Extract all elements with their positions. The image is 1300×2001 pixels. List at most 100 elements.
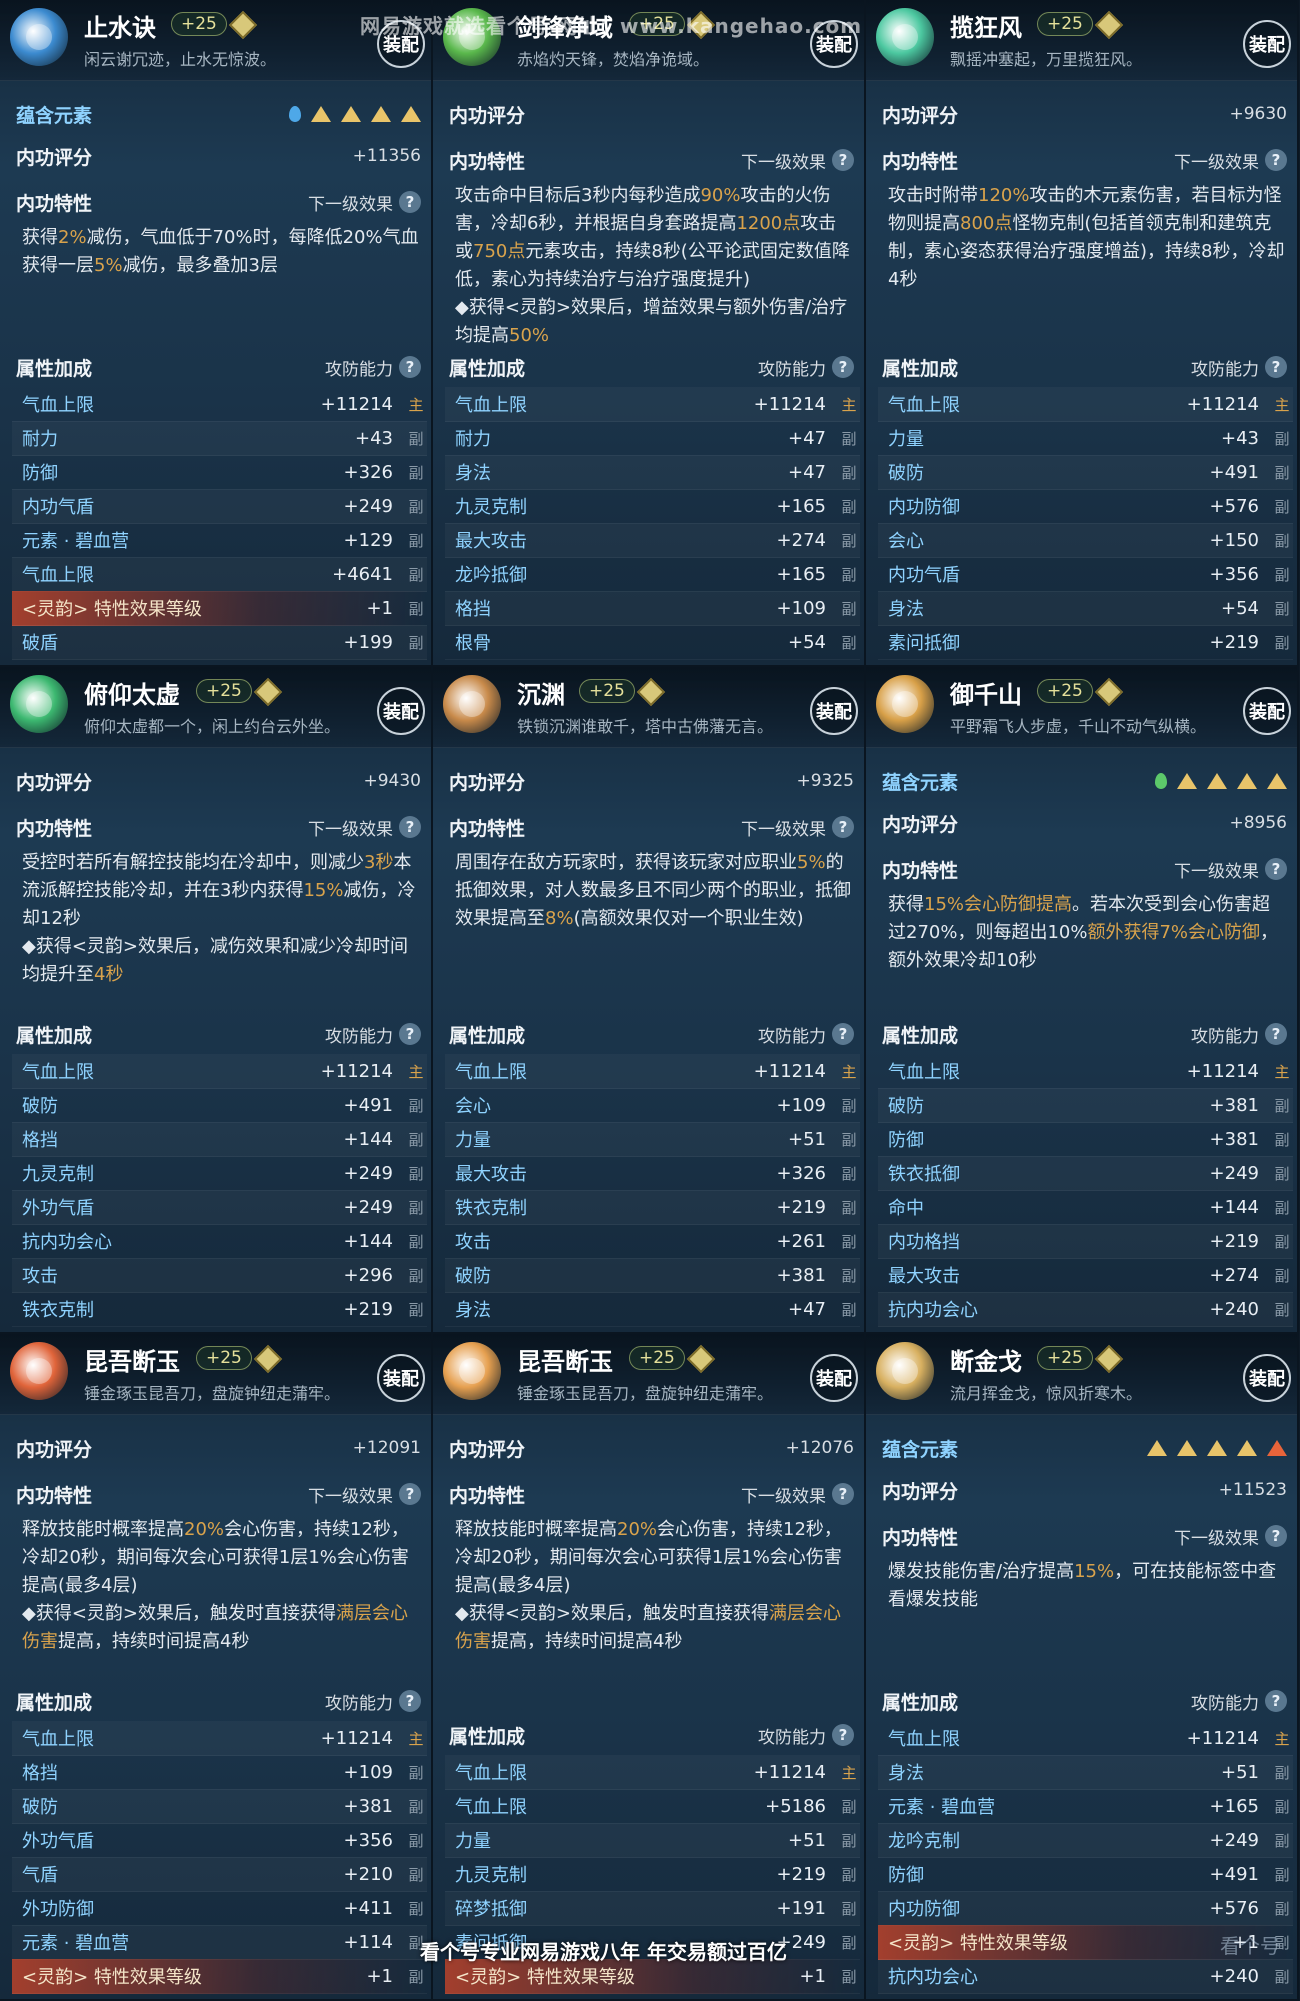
next-level-link[interactable]: 下一级效果?	[741, 815, 854, 840]
trait-row: 内功特性 下一级效果?	[16, 1476, 421, 1512]
level-badge: +25	[196, 679, 252, 703]
trait-row: 内功特性 下一级效果?	[16, 809, 421, 845]
attack-defense-link[interactable]: 攻防能力?	[1191, 1022, 1287, 1047]
sub-attribute-mark: 副	[841, 1831, 857, 1850]
attack-defense-link[interactable]: 攻防能力?	[758, 355, 854, 380]
attribute-row: 根骨 +54 副	[445, 625, 860, 660]
attribute-name: 气血上限	[455, 1062, 527, 1083]
attribute-name: 素问抵御	[888, 633, 960, 654]
attribute-value: +576	[1209, 1897, 1259, 1919]
help-icon[interactable]: ?	[399, 1023, 421, 1045]
help-icon[interactable]: ?	[399, 356, 421, 378]
attack-defense-label: 攻防能力	[1191, 1026, 1259, 1047]
diamond-icon	[636, 677, 666, 707]
sub-attribute-mark: 副	[841, 1933, 857, 1952]
equip-button[interactable]: 装配	[1243, 20, 1291, 68]
desc-highlight: 8%	[545, 908, 574, 929]
attribute-name: 铁衣克制	[22, 1300, 94, 1321]
attribute-header: 属性加成 攻防能力?	[449, 1016, 854, 1052]
site-logo: 看个号	[1220, 1934, 1280, 1958]
attribute-row: 最大攻击 +274 副	[878, 1258, 1293, 1293]
attribute-row: 会心 +109 副	[445, 1088, 860, 1123]
diamond-icon	[1094, 10, 1124, 40]
sub-attribute-mark: 副	[841, 1266, 857, 1285]
earth-element-icon	[1237, 773, 1257, 789]
attack-defense-label: 攻防能力	[1191, 359, 1259, 380]
help-icon[interactable]: ?	[1265, 1690, 1287, 1712]
next-level-link[interactable]: 下一级效果?	[741, 1482, 854, 1507]
next-level-link[interactable]: 下一级效果?	[308, 815, 421, 840]
help-icon[interactable]: ?	[832, 1023, 854, 1045]
skill-motto: 铁锁沉渊谁敢千，塔中古佛藩无言。	[517, 717, 774, 736]
help-icon[interactable]: ?	[832, 1483, 854, 1505]
skill-emblem-icon	[876, 675, 934, 733]
level-badge: +25	[196, 1346, 252, 1370]
help-icon[interactable]: ?	[832, 356, 854, 378]
attribute-name: 破防	[22, 1096, 58, 1117]
skill-emblem-icon	[10, 1342, 68, 1400]
equip-button[interactable]: 装配	[1243, 687, 1291, 735]
skill-motto: 锤金琢玉昆吾刀，盘旋钟纽走蒲牢。	[84, 1384, 341, 1403]
attack-defense-link[interactable]: 攻防能力?	[1191, 1689, 1287, 1714]
help-icon[interactable]: ?	[1265, 149, 1287, 171]
attribute-row: 防御 +381 副	[878, 1122, 1293, 1157]
help-icon[interactable]: ?	[1265, 356, 1287, 378]
desc-highlight: 15%会心防御提高	[924, 894, 1073, 915]
attack-defense-link[interactable]: 攻防能力?	[325, 355, 421, 380]
equip-button[interactable]: 装配	[1243, 1354, 1291, 1402]
next-level-link[interactable]: 下一级效果?	[741, 148, 854, 173]
sub-attribute-mark: 副	[841, 1899, 857, 1918]
next-level-link[interactable]: 下一级效果?	[1174, 148, 1287, 173]
sub-attribute-mark: 副	[1274, 1831, 1290, 1850]
equip-button[interactable]: 装配	[377, 1354, 425, 1402]
attribute-name: 身法	[888, 599, 924, 620]
attribute-value: +165	[776, 495, 826, 517]
help-icon[interactable]: ?	[399, 1690, 421, 1712]
attribute-row: 格挡 +109 副	[12, 1755, 427, 1790]
desc-highlight: 15%	[303, 880, 344, 901]
elements-label: 蕴含元素	[16, 104, 93, 127]
help-icon[interactable]: ?	[1265, 1525, 1287, 1547]
help-icon[interactable]: ?	[399, 191, 421, 213]
diamond-icon	[1094, 677, 1124, 707]
attribute-value: +381	[1209, 1094, 1259, 1116]
score-row: 内功评分 +8956	[882, 805, 1287, 841]
attribute-row: 气血上限 +11214 主	[12, 1721, 427, 1756]
attribute-row: 抗内功会心 +240 副	[878, 1292, 1293, 1327]
desc-text: (高额效果仅对一个职业生效)	[573, 908, 804, 929]
desc-text: 受控时若所有解控技能均在冷却中，则减少	[22, 852, 364, 873]
help-icon[interactable]: ?	[832, 149, 854, 171]
attribute-row: 防御 +491 副	[878, 1857, 1293, 1892]
next-level-link[interactable]: 下一级效果?	[308, 190, 421, 215]
next-level-label: 下一级效果	[741, 819, 826, 840]
sub-attribute-mark: 副	[841, 633, 857, 652]
attack-defense-link[interactable]: 攻防能力?	[1191, 355, 1287, 380]
attribute-value: +249	[343, 1162, 393, 1184]
attribute-name: 破防	[888, 463, 924, 484]
attack-defense-link[interactable]: 攻防能力?	[758, 1022, 854, 1047]
equip-button[interactable]: 装配	[377, 687, 425, 735]
attack-defense-link[interactable]: 攻防能力?	[325, 1022, 421, 1047]
sub-attribute-mark: 副	[1274, 599, 1290, 618]
help-icon[interactable]: ?	[399, 1483, 421, 1505]
attack-defense-link[interactable]: 攻防能力?	[758, 1723, 854, 1748]
attribute-row: 内功防御 +576 副	[878, 1891, 1293, 1926]
help-icon[interactable]: ?	[1265, 858, 1287, 880]
skill-panel: 御千山 +25 平野霜飞人步虚，千山不动气纵横。 装配 蕴含元素 内功评分 +8956 内功特…	[866, 667, 1299, 1334]
attack-defense-link[interactable]: 攻防能力?	[325, 1689, 421, 1714]
main-attribute-mark: 主	[408, 395, 424, 414]
next-level-link[interactable]: 下一级效果?	[1174, 1524, 1287, 1549]
sub-attribute-mark: 副	[408, 1130, 424, 1149]
attribute-row: 九灵克制 +219 副	[445, 1857, 860, 1892]
equip-button[interactable]: 装配	[810, 1354, 858, 1402]
desc-highlight: 20%	[617, 1519, 658, 1540]
help-icon[interactable]: ?	[832, 816, 854, 838]
help-icon[interactable]: ?	[832, 1724, 854, 1746]
next-level-link[interactable]: 下一级效果?	[308, 1482, 421, 1507]
equip-button[interactable]: 装配	[810, 687, 858, 735]
help-icon[interactable]: ?	[1265, 1023, 1287, 1045]
next-level-label: 下一级效果	[741, 152, 826, 173]
next-level-link[interactable]: 下一级效果?	[1174, 857, 1287, 882]
attribute-row: 龙吟克制 +249 副	[878, 1823, 1293, 1858]
help-icon[interactable]: ?	[399, 816, 421, 838]
